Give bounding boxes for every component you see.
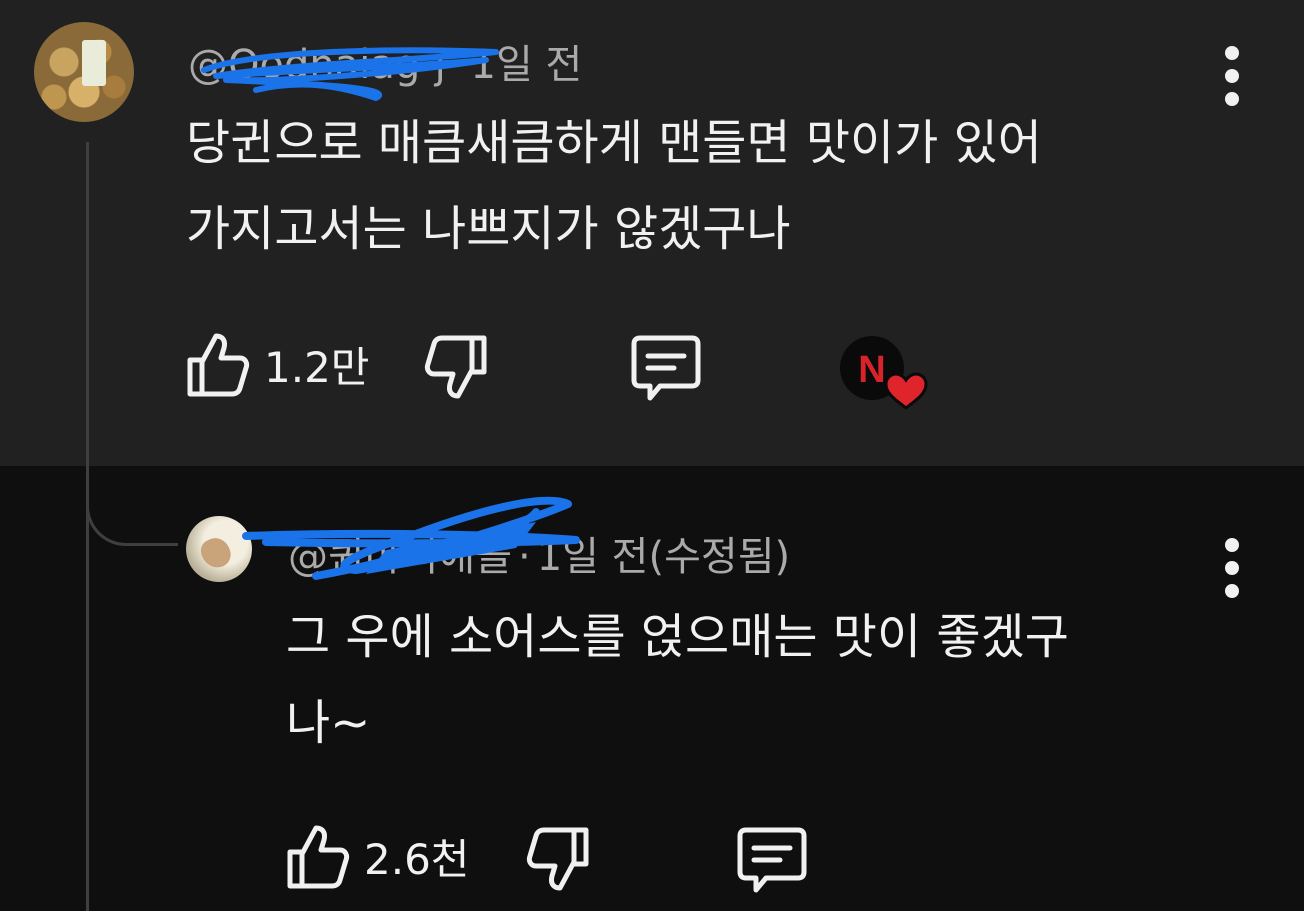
reply-author-handle[interactable]: @퀸마리애들 <box>288 534 512 580</box>
comment-icon <box>737 827 807 893</box>
creator-heart-icon[interactable]: N <box>838 334 930 412</box>
reply-like-button[interactable]: 2.6천 <box>286 822 469 890</box>
reply-reply-button[interactable] <box>736 826 808 894</box>
meta-separator: · <box>451 42 465 88</box>
more-vertical-icon <box>1225 538 1239 552</box>
comment-text-line: 가지고서는 나쁘지가 않겠구나 <box>186 201 791 257</box>
comment-timestamp: 1일 전 <box>470 42 583 88</box>
reply-text-line: 그 우에 소어스를 얹으매는 맛이 좋겠구 <box>286 609 1069 665</box>
thumbs-down-icon <box>526 827 589 891</box>
reply-dislike-button[interactable] <box>526 826 590 894</box>
comment-dislike-button[interactable] <box>424 334 488 402</box>
meta-separator: · <box>518 534 531 580</box>
reply-meta: @퀸마리애들 · 1일 전(수정됨) <box>288 524 790 582</box>
reply-text: 그 우에 소어스를 얹으매는 맛이 좋겠구 나~ <box>286 594 1069 766</box>
reply-like-count: 2.6천 <box>364 834 470 884</box>
reply-avatar[interactable] <box>186 516 252 582</box>
comment-like-button[interactable]: 1.2만 <box>186 330 369 398</box>
comment-like-count: 1.2만 <box>264 342 370 392</box>
reply-text-line: 나~ <box>286 695 371 751</box>
creator-avatar-letter: N <box>858 349 885 391</box>
thumbs-down-icon <box>424 335 487 399</box>
comment-icon <box>631 335 701 401</box>
comment-avatar[interactable] <box>34 22 134 122</box>
reply-timestamp: 1일 전(수정됨) <box>536 534 791 580</box>
thread-connector <box>86 460 178 546</box>
thread-line <box>86 142 89 911</box>
thumbs-up-icon <box>287 825 350 889</box>
comment-more-button[interactable] <box>1222 46 1242 106</box>
comment-text-line: 당귄으로 매큼새큼하게 맨들면 맛이가 있어 <box>186 115 1042 171</box>
thumbs-up-icon <box>187 333 250 397</box>
comment-text: 당귄으로 매큼새큼하게 맨들면 맛이가 있어 가지고서는 나쁘지가 않겠구나 <box>186 100 1042 272</box>
reply-more-button[interactable] <box>1222 538 1242 598</box>
comment-meta: @Qodnaiag-j · 1일 전 <box>188 32 582 90</box>
more-vertical-icon <box>1225 46 1239 60</box>
comment-reply-button[interactable] <box>630 334 702 402</box>
comment-author-handle[interactable]: @Qodnaiag-j <box>188 42 446 88</box>
